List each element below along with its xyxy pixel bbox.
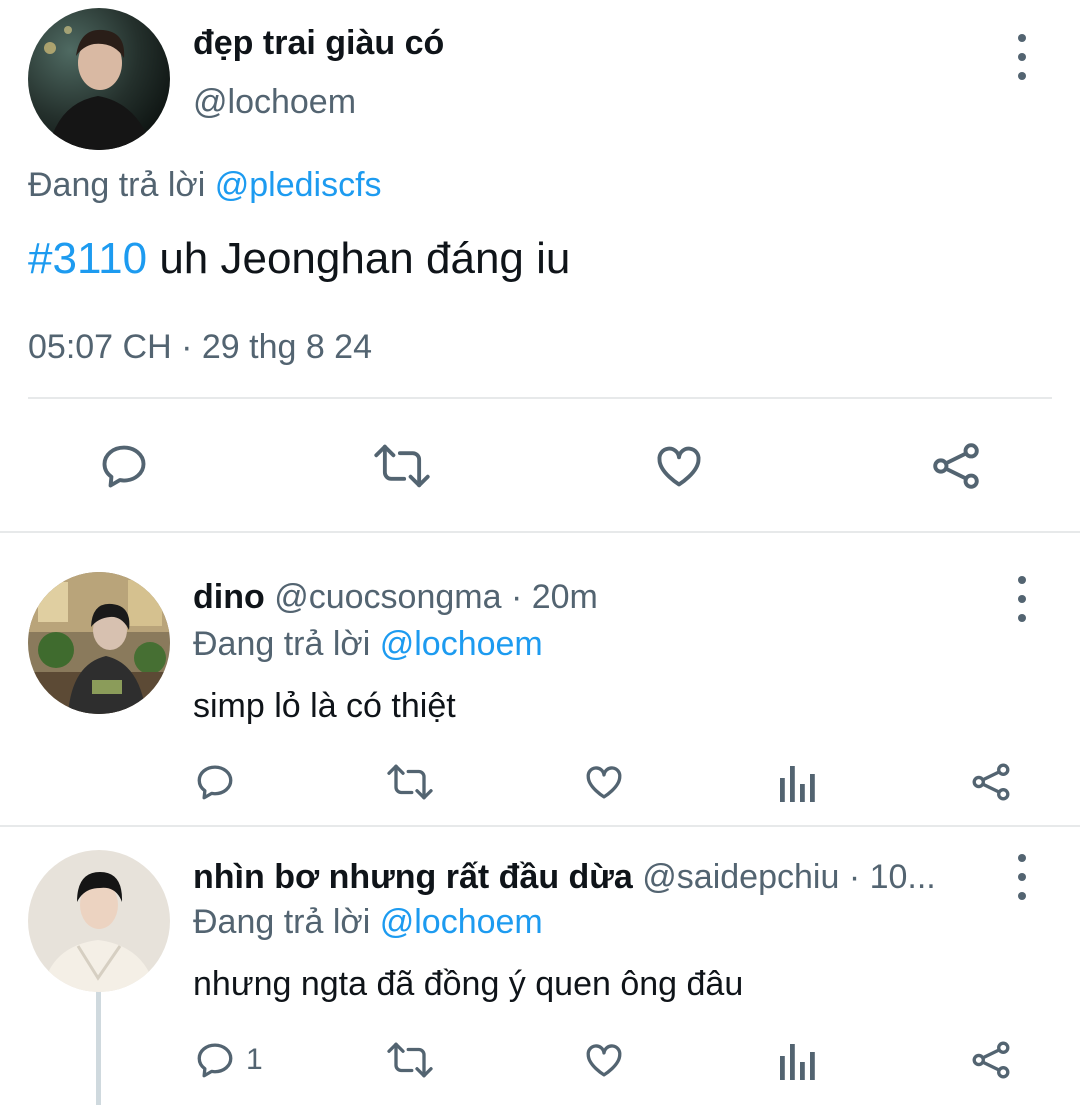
share-icon[interactable] (970, 1039, 1012, 1081)
reply-time[interactable]: · 10... (849, 858, 936, 896)
reply-count: 1 (246, 1043, 263, 1076)
reply-header: nhìn bơ nhưng rất đầu dừa @saidepchiu · … (193, 855, 988, 899)
retweet-icon[interactable] (385, 1039, 435, 1081)
main-handle[interactable]: @lochoem (193, 80, 356, 124)
reply-replying-line: Đang trả lời @lochoem (193, 622, 543, 666)
share-icon[interactable] (930, 440, 982, 492)
replying-to-link[interactable]: @plediscfs (215, 166, 382, 204)
reply-icon[interactable] (98, 440, 150, 492)
retweet-icon[interactable] (385, 761, 435, 803)
thread-line (96, 990, 101, 1105)
reply-header: dino @cuocsongma · 20m (193, 575, 973, 619)
main-timestamp[interactable]: 05:07 CH · 29 thg 8 24 (28, 325, 372, 369)
hashtag-link[interactable]: #3110 (28, 234, 147, 283)
share-icon[interactable] (970, 761, 1012, 803)
reply-display-name[interactable]: nhìn bơ nhưng rất đầu dừa (193, 858, 633, 896)
reply-avatar[interactable] (28, 572, 170, 714)
views-icon[interactable] (778, 1040, 816, 1080)
main-replying-line: Đang trả lời @plediscfs (28, 163, 382, 207)
reply-replying-line: Đang trả lời @lochoem (193, 900, 543, 944)
reply-icon[interactable] (194, 1039, 236, 1081)
reply-divider (0, 825, 1080, 827)
tweet-body: uh Jeonghan đáng iu (147, 234, 571, 283)
main-more-icon[interactable] (1002, 34, 1042, 80)
section-divider (0, 531, 1080, 533)
retweet-icon[interactable] (372, 440, 432, 492)
main-divider (28, 397, 1052, 399)
views-icon[interactable] (778, 762, 816, 802)
reply-display-name[interactable]: dino (193, 578, 265, 616)
reply-text: simp lỏ là có thiệt (193, 687, 456, 725)
reply-icon[interactable] (194, 761, 236, 803)
main-display-name[interactable]: đẹp trai giàu có (193, 22, 444, 64)
like-icon[interactable] (582, 761, 626, 803)
reply-handle[interactable]: @saidepchiu (642, 858, 839, 896)
main-avatar[interactable] (28, 8, 170, 150)
replying-prefix: Đang trả lời (28, 166, 206, 204)
reply-more-icon[interactable] (1002, 854, 1042, 900)
replying-to-link[interactable]: @lochoem (380, 625, 543, 663)
replying-to-link[interactable]: @lochoem (380, 903, 543, 941)
reply-more-icon[interactable] (1002, 576, 1042, 622)
replying-prefix: Đang trả lời (193, 903, 371, 941)
like-icon[interactable] (582, 1039, 626, 1081)
reply-text: nhưng ngta đã đồng ý quen ông đâu (193, 965, 744, 1003)
reply-avatar[interactable] (28, 850, 170, 992)
reply-time[interactable]: · 20m (511, 578, 598, 616)
like-icon[interactable] (652, 440, 706, 492)
reply-handle[interactable]: @cuocsongma (274, 578, 501, 616)
main-tweet-text: #3110 uh Jeonghan đáng iu (28, 232, 570, 286)
replying-prefix: Đang trả lời (193, 625, 371, 663)
